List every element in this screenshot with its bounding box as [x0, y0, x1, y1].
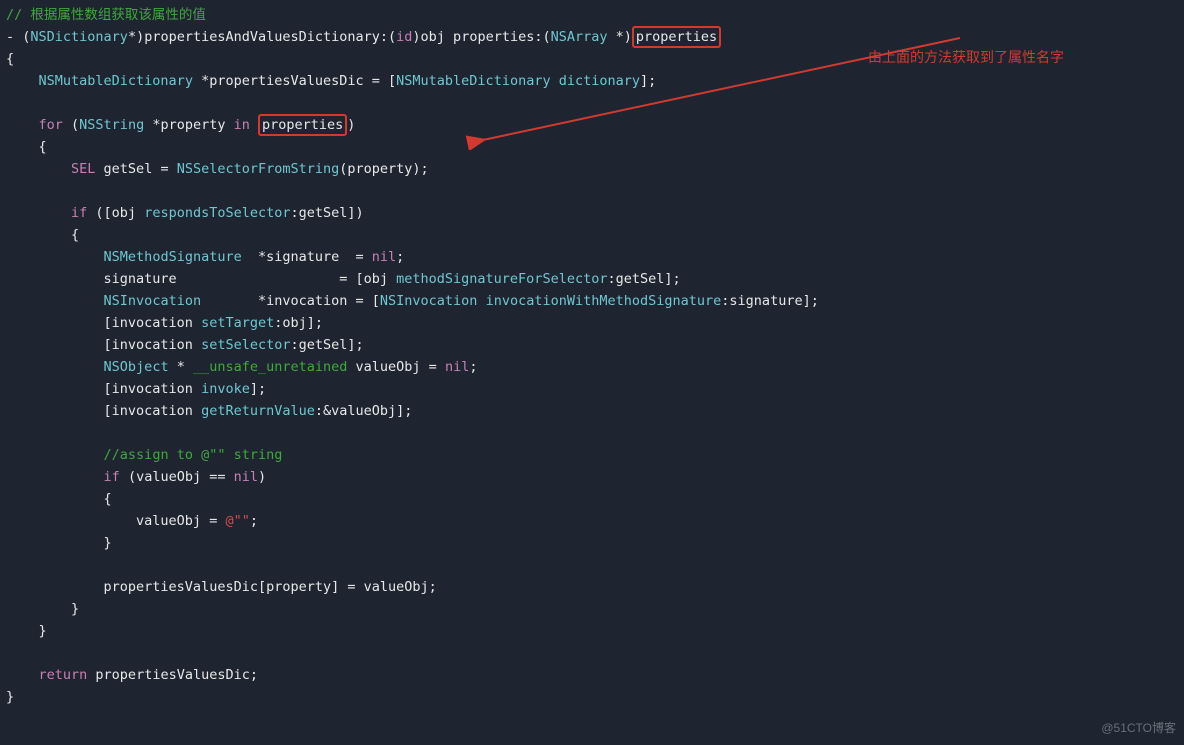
highlight-box-properties-param: properties: [632, 26, 721, 48]
code-line: for (NSString *property in properties): [6, 117, 355, 133]
code-line: [invocation setTarget:obj];: [6, 315, 323, 331]
annotation-text: 由上面的方法获取到了属性名字: [868, 46, 1064, 68]
code-line: }: [6, 689, 14, 705]
code-line: if ([obj respondsToSelector:getSel]): [6, 205, 364, 221]
code-line: NSInvocation *invocation = [NSInvocation…: [6, 293, 819, 309]
highlight-box-properties-loop: properties: [258, 114, 347, 136]
code-line: valueObj = @"";: [6, 513, 258, 529]
code-line: NSObject * __unsafe_unretained valueObj …: [6, 359, 477, 375]
watermark: @51CTO博客: [1101, 717, 1176, 739]
code-line: return propertiesValuesDic;: [6, 667, 258, 683]
code-line: [invocation getReturnValue:&valueObj];: [6, 403, 412, 419]
code-line: if (valueObj == nil): [6, 469, 266, 485]
code-line: - (NSDictionary*)propertiesAndValuesDict…: [6, 29, 721, 45]
code-line: }: [6, 601, 79, 617]
code-line: [invocation setSelector:getSel];: [6, 337, 364, 353]
code-line: // 根据属性数组获取该属性的值: [6, 7, 206, 23]
code-line: propertiesValuesDic[property] = valueObj…: [6, 579, 437, 595]
code-line: }: [6, 535, 112, 551]
code-line: {: [6, 51, 14, 67]
code-line: {: [6, 491, 112, 507]
code-line: {: [6, 139, 47, 155]
code-line: signature = [obj methodSignatureForSelec…: [6, 271, 681, 287]
code-line: //assign to @"" string: [6, 447, 282, 463]
code-line: NSMethodSignature *signature = nil;: [6, 249, 404, 265]
code-line: SEL getSel = NSSelectorFromString(proper…: [6, 161, 429, 177]
code-line: {: [6, 227, 79, 243]
code-line: NSMutableDictionary *propertiesValuesDic…: [6, 73, 656, 89]
code-block: // 根据属性数组获取该属性的值 - (NSDictionary*)proper…: [0, 0, 1184, 708]
code-line: }: [6, 623, 47, 639]
code-line: [invocation invoke];: [6, 381, 266, 397]
